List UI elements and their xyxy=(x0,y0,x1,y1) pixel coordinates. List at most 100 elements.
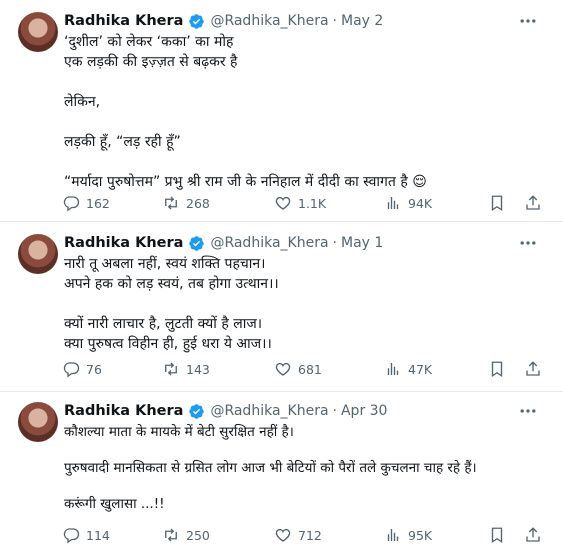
tweet-date[interactable]: May 2 xyxy=(341,13,383,29)
bookmark-button[interactable] xyxy=(488,358,512,380)
retweet-icon xyxy=(165,528,177,542)
retweet-count: 143 xyxy=(186,361,210,377)
tweet-line xyxy=(64,294,543,314)
verified-icon xyxy=(189,403,205,419)
avatar[interactable] xyxy=(18,12,58,52)
author-handle[interactable]: @Radhika_Khera xyxy=(210,13,328,29)
bookmark-button[interactable] xyxy=(488,192,512,214)
tweet-date[interactable]: May 1 xyxy=(341,235,383,251)
bookmark-button[interactable] xyxy=(488,524,512,546)
retweet-icon xyxy=(165,362,177,376)
verified-icon xyxy=(189,13,205,29)
separator-dot: · xyxy=(332,403,337,419)
share-button[interactable] xyxy=(524,358,548,380)
avatar[interactable] xyxy=(18,402,58,442)
bookmark-icon xyxy=(491,527,503,544)
tweet-line: क्या पुरुषत्व विहीन ही, हुई धरा ये आज।। xyxy=(64,336,272,352)
tweet-text: ‘दुशील’ को लेकर ‘कका’ का मोह एक लड़की की… xyxy=(64,32,543,192)
like-icon xyxy=(275,196,291,210)
reply-count: 76 xyxy=(86,361,102,377)
avatar[interactable] xyxy=(18,234,58,274)
tweet-date[interactable]: Apr 30 xyxy=(341,403,387,419)
share-button[interactable] xyxy=(524,524,548,546)
tweet-text: नारी तू अबला नहीं, स्वयं शक्ति पहचान। अप… xyxy=(64,254,543,354)
views-icon xyxy=(387,363,399,375)
like-count: 712 xyxy=(298,527,322,543)
share-icon xyxy=(526,361,540,376)
reply-icon xyxy=(63,528,80,544)
separator-dot: · xyxy=(332,13,337,29)
more-icon[interactable] xyxy=(517,401,539,421)
tweet-line: कौशल्या माता के मायके में बेटी सुरक्षित … xyxy=(64,424,294,440)
retweet-button[interactable]: 250 xyxy=(162,524,210,546)
author-handle[interactable]: @Radhika_Khera xyxy=(210,403,328,419)
tweet-line: क्यों नारी लाचार है, लुटती क्यों है लाज। xyxy=(64,316,263,332)
tweet[interactable]: Radhika Khera @Radhika_Khera · May 1 नार… xyxy=(0,222,563,392)
views-icon xyxy=(387,529,399,541)
views-button[interactable]: 47K xyxy=(384,358,432,380)
bookmark-icon xyxy=(491,361,503,378)
like-button[interactable]: 681 xyxy=(274,358,322,380)
author-name[interactable]: Radhika Khera xyxy=(64,13,183,29)
action-bar: 162 268 1.1K 94K xyxy=(56,192,556,214)
reply-icon xyxy=(63,196,80,212)
tweet-line xyxy=(64,72,543,92)
tweet-header: Radhika Khera @Radhika_Khera · May 1 xyxy=(64,233,383,253)
tweet-line: ‘दुशील’ को लेकर ‘कका’ का मोह xyxy=(64,34,234,50)
reply-button[interactable]: 114 xyxy=(62,524,110,546)
tweet-line: लड़की हूँ, “लड़ रही हूँ” xyxy=(64,134,181,150)
bookmark-icon xyxy=(491,195,503,212)
tweet-line: एक लड़की की इज़्ज़त से बढ़कर है xyxy=(64,54,238,70)
views-button[interactable]: 94K xyxy=(384,192,432,214)
like-icon xyxy=(275,528,291,542)
tweet-line xyxy=(64,442,543,458)
tweet-line xyxy=(64,478,543,494)
tweet[interactable]: Radhika Khera @Radhika_Khera · May 2 ‘दु… xyxy=(0,0,563,222)
tweet-feed: Radhika Khera @Radhika_Khera · May 2 ‘दु… xyxy=(0,0,563,559)
tweet-line: नारी तू अबला नहीं, स्वयं शक्ति पहचान। xyxy=(64,256,266,272)
like-icon xyxy=(275,362,291,376)
tweet-text: कौशल्या माता के मायके में बेटी सुरक्षित … xyxy=(64,422,543,514)
tweet-line: करूंगी खुलासा ...!! xyxy=(64,496,165,512)
tweet-header: Radhika Khera @Radhika_Khera · Apr 30 xyxy=(64,401,387,421)
author-name[interactable]: Radhika Khera xyxy=(64,235,183,251)
share-icon xyxy=(526,195,540,210)
reply-button[interactable]: 162 xyxy=(62,192,110,214)
retweet-count: 250 xyxy=(186,527,210,543)
reply-count: 162 xyxy=(86,195,110,211)
views-icon xyxy=(387,197,399,209)
action-bar: 114 250 712 95K xyxy=(56,524,556,546)
tweet-header: Radhika Khera @Radhika_Khera · May 2 xyxy=(64,11,383,31)
author-handle[interactable]: @Radhika_Khera xyxy=(210,235,328,251)
verified-icon xyxy=(189,235,205,251)
tweet-line: अपने हक को लड़ स्वयं, तब होगा उत्थान।। xyxy=(64,276,279,292)
retweet-button[interactable]: 143 xyxy=(162,358,210,380)
author-name[interactable]: Radhika Khera xyxy=(64,403,183,419)
tweet-line: लेकिन, xyxy=(64,94,101,110)
tweet-line xyxy=(64,152,543,172)
like-button[interactable]: 1.1K xyxy=(274,192,326,214)
more-icon[interactable] xyxy=(517,233,539,253)
like-count: 1.1K xyxy=(298,195,327,211)
tweet[interactable]: Radhika Khera @Radhika_Khera · Apr 30 कौ… xyxy=(0,392,563,559)
more-icon[interactable] xyxy=(517,11,539,31)
retweet-count: 268 xyxy=(186,195,210,211)
views-count: 95K xyxy=(408,527,433,543)
like-button[interactable]: 712 xyxy=(274,524,322,546)
share-button[interactable] xyxy=(524,192,548,214)
views-count: 94K xyxy=(408,195,433,211)
separator-dot: · xyxy=(332,235,337,251)
action-bar: 76 143 681 47K xyxy=(56,358,556,380)
tweet-line: पुरुषवादी मानसिकता से ग्रसित लोग आज भी ब… xyxy=(64,460,477,476)
views-count: 47K xyxy=(408,361,433,377)
share-icon xyxy=(526,527,540,542)
tweet-line xyxy=(64,112,543,132)
reply-button[interactable]: 76 xyxy=(62,358,102,380)
retweet-icon xyxy=(165,196,177,210)
retweet-button[interactable]: 268 xyxy=(162,192,210,214)
reply-count: 114 xyxy=(86,527,110,543)
views-button[interactable]: 95K xyxy=(384,524,432,546)
like-count: 681 xyxy=(298,361,322,377)
tweet-line: “मर्यादा पुरुषोत्तम” प्रभु श्री राम जी क… xyxy=(64,174,427,190)
reply-icon xyxy=(63,362,80,378)
